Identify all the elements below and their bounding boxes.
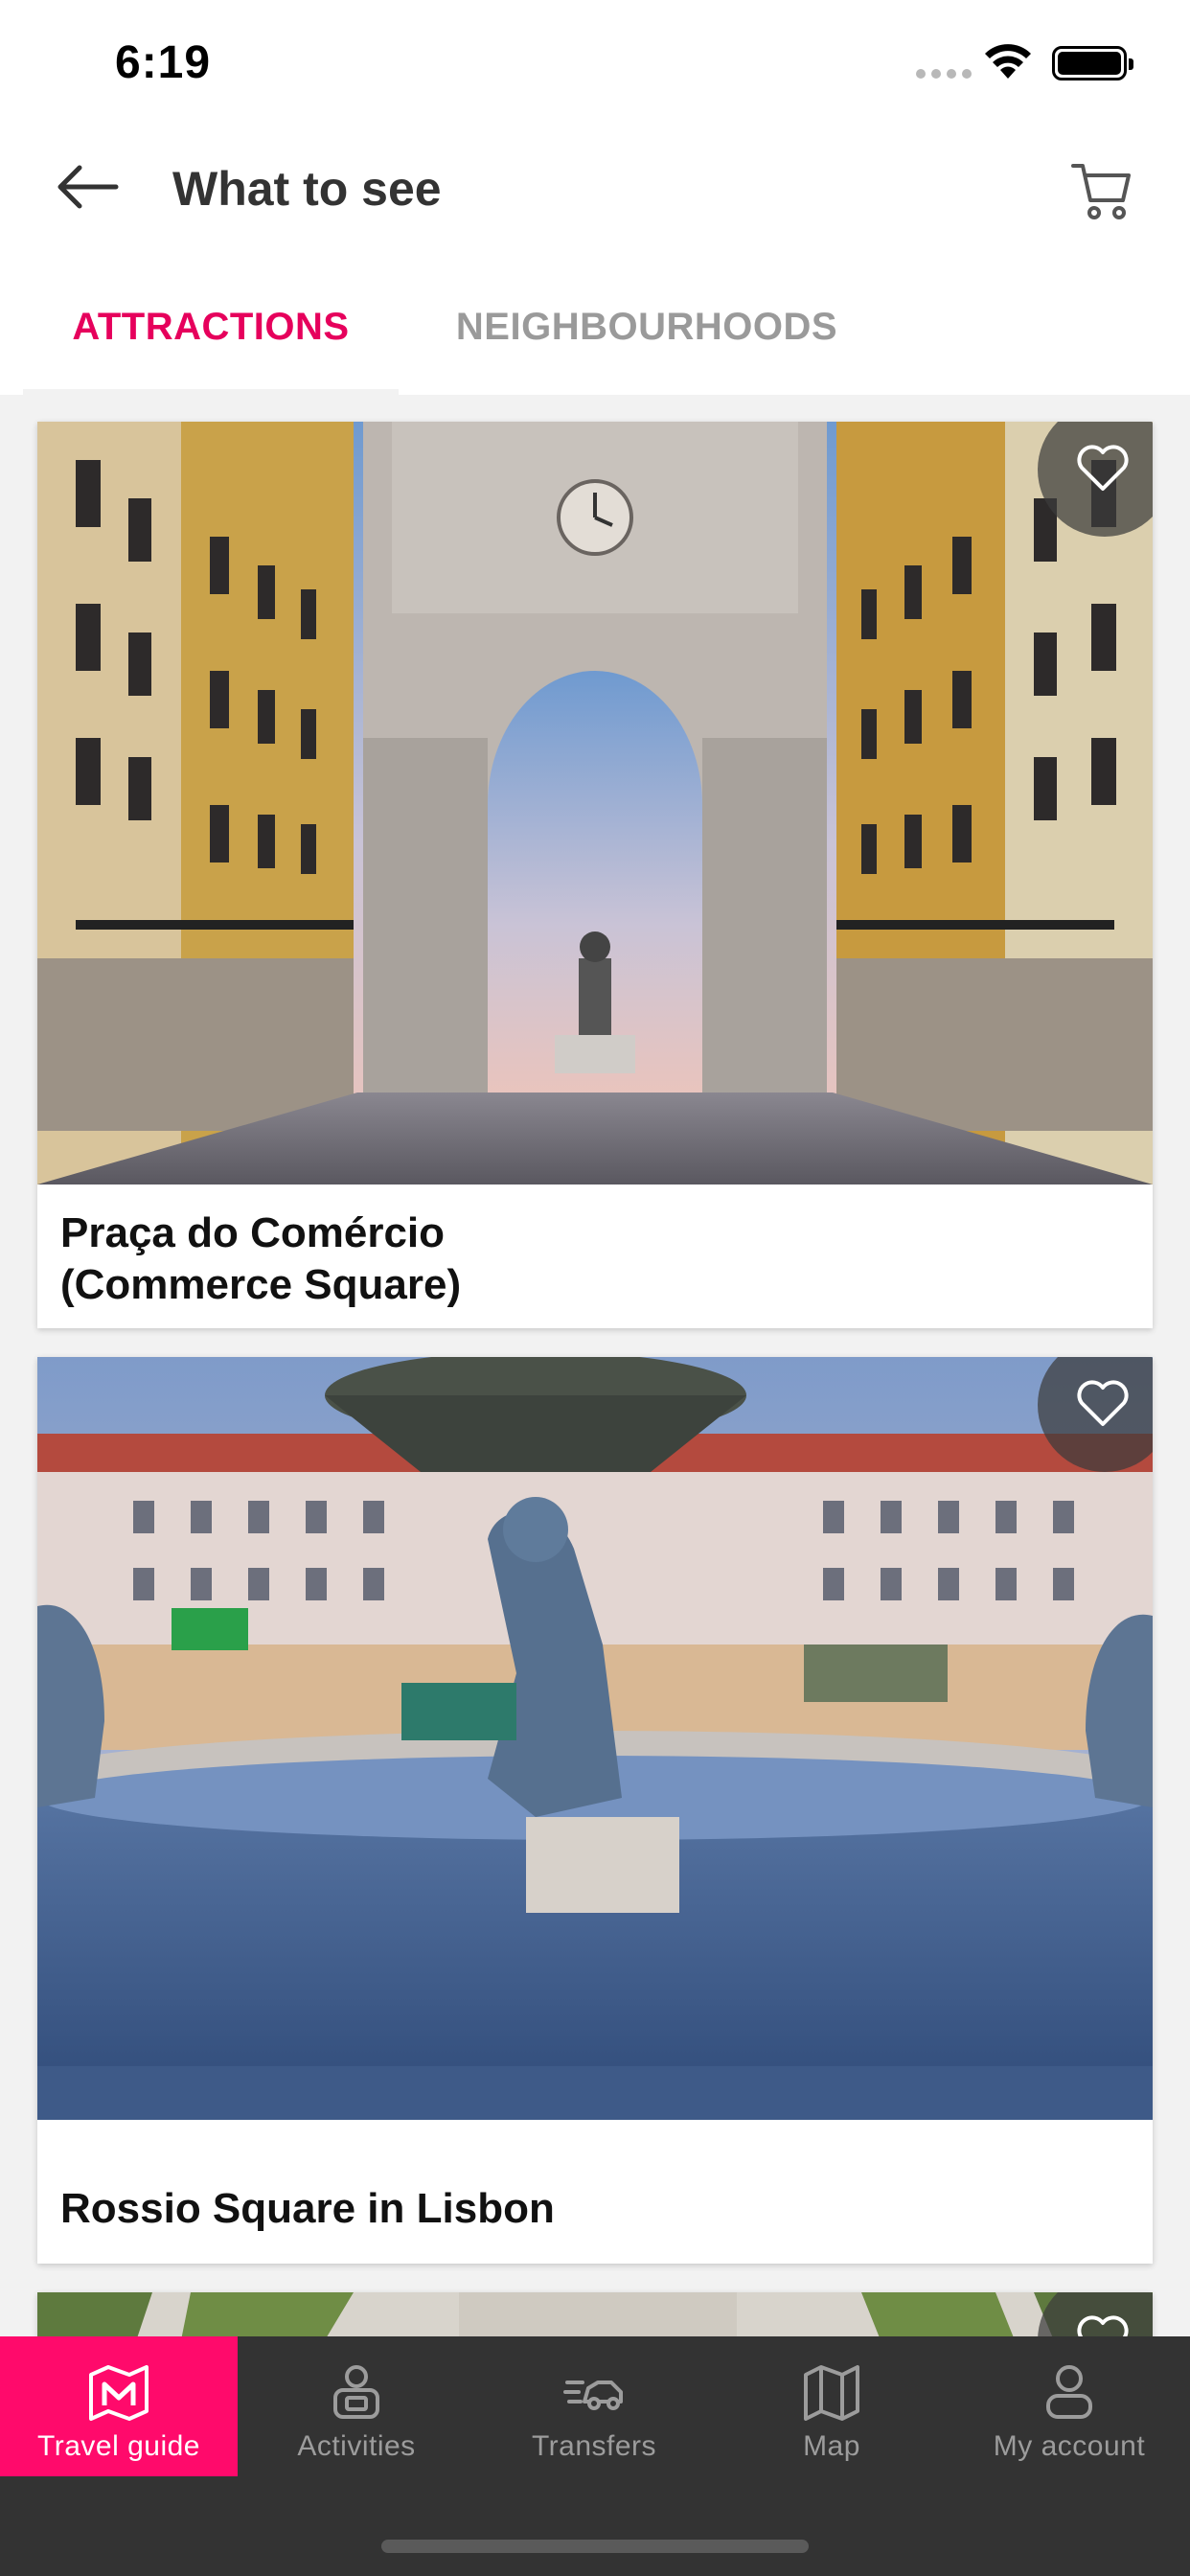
car-icon [563, 2380, 623, 2410]
card-title: Praça do Comércio (Commerce Square) [60, 1209, 462, 1308]
attraction-photo [37, 422, 1153, 1184]
nav-travel-guide[interactable]: Travel guide [0, 2336, 238, 2476]
user-icon [1046, 2365, 1092, 2419]
nav-my-account[interactable]: My account [950, 2336, 1188, 2476]
tab-attractions[interactable]: ATTRACTIONS [23, 259, 399, 395]
nav-map[interactable]: Map [713, 2336, 950, 2476]
attraction-card[interactable]: Praça do Comércio (Commerce Square) [37, 422, 1153, 1328]
heart-icon [1077, 445, 1129, 491]
back-button[interactable] [38, 149, 134, 225]
nav-label: Activities [297, 2430, 416, 2462]
screen: 6:19 What to see ATTRACTIONS NEIGHBOURHO… [0, 0, 1190, 2576]
nav-label: Transfers [531, 2430, 657, 2462]
home-indicator[interactable] [381, 2540, 809, 2553]
activities-icon [333, 2365, 379, 2419]
nav-activities[interactable]: Activities [238, 2336, 475, 2476]
arrow-left-icon [57, 165, 119, 209]
status-time: 6:19 [115, 37, 212, 88]
card-title: Rossio Square in Lisbon [60, 2185, 555, 2232]
nav-label: Map [803, 2430, 860, 2462]
cellular-signal-icon [916, 69, 972, 79]
cart-button[interactable] [1054, 144, 1150, 240]
tab-neighbourhoods[interactable]: NEIGHBOURHOODS [422, 259, 872, 395]
battery-icon [1052, 46, 1133, 80]
attraction-photo [37, 1357, 1153, 2120]
attraction-card[interactable]: Rossio Square in Lisbon [37, 1357, 1153, 2264]
tab-bar: ATTRACTIONS NEIGHBOURHOODS [0, 259, 1190, 395]
wifi-icon [985, 44, 1031, 79]
map-marker-icon [89, 2365, 149, 2421]
nav-label: Travel guide [37, 2430, 200, 2462]
cart-icon [1071, 164, 1131, 219]
header: What to see [0, 125, 1190, 259]
status-bar: 6:19 [0, 0, 1190, 125]
map-icon [804, 2365, 859, 2421]
heart-icon [1077, 1380, 1129, 1426]
nav-transfers[interactable]: Transfers [475, 2336, 713, 2476]
nav-label: My account [993, 2430, 1146, 2462]
page-title: What to see [172, 162, 442, 216]
